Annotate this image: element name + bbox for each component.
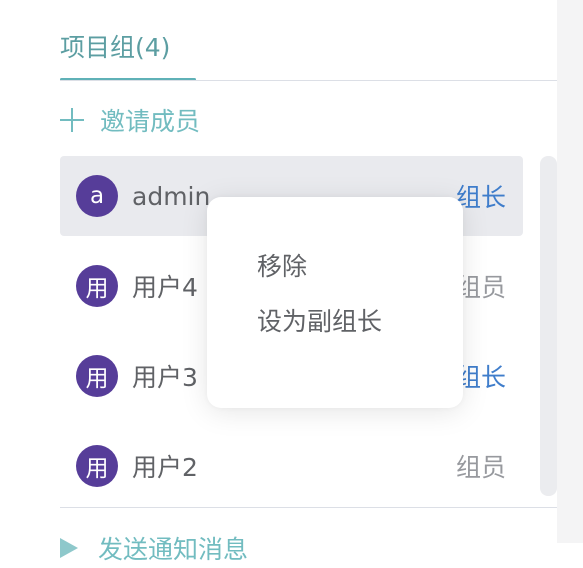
send-notification-label: 发送通知消息 bbox=[98, 535, 249, 564]
menu-item-set-deputy-leader[interactable]: 设为副组长 bbox=[207, 294, 463, 349]
member-context-menu: 移除 设为副组长 bbox=[207, 197, 463, 408]
member-role[interactable]: 组长 bbox=[456, 178, 506, 214]
member-name: 用户4 bbox=[132, 273, 198, 302]
avatar: 用 bbox=[76, 265, 118, 307]
member-role[interactable]: 组员 bbox=[456, 448, 506, 484]
send-icon bbox=[60, 538, 78, 558]
send-notification-button[interactable]: 发送通知消息 bbox=[60, 528, 248, 568]
right-panel-edge bbox=[557, 0, 583, 543]
member-role[interactable]: 组长 bbox=[456, 358, 506, 394]
bottom-divider bbox=[60, 507, 557, 508]
tab-divider bbox=[60, 80, 557, 81]
member-name: admin bbox=[132, 181, 211, 211]
member-name: 用户3 bbox=[132, 363, 198, 392]
avatar: 用 bbox=[76, 355, 118, 397]
invite-member-label: 邀请成员 bbox=[100, 107, 201, 136]
avatar: 用 bbox=[76, 445, 118, 487]
menu-item-remove[interactable]: 移除 bbox=[207, 239, 463, 294]
tab-project-group[interactable]: 项目组(4) bbox=[60, 28, 170, 64]
member-row[interactable]: 用 用户2 组员 bbox=[60, 426, 523, 506]
avatar: a bbox=[76, 175, 118, 217]
member-role[interactable]: 组员 bbox=[456, 268, 506, 304]
member-list-scrollbar[interactable] bbox=[540, 156, 557, 496]
plus-icon bbox=[60, 108, 84, 132]
invite-member-button[interactable]: 邀请成员 bbox=[60, 100, 200, 140]
member-name: 用户2 bbox=[132, 453, 198, 482]
